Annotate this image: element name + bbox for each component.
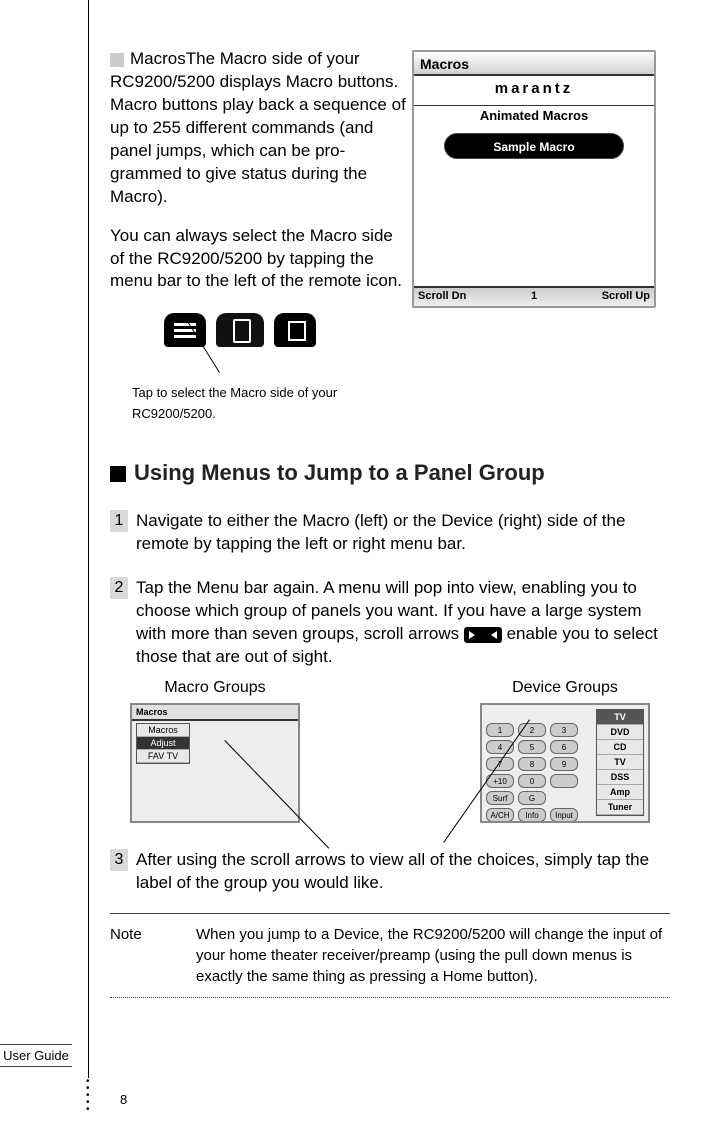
bullet-square-icon bbox=[110, 53, 124, 67]
macros-paragraph-2: You can always select the Macro side of … bbox=[110, 225, 410, 294]
device-brand: marantz bbox=[414, 76, 654, 106]
macros-paragraph-1: The Macro side of your RC9200/5200 displ… bbox=[110, 49, 406, 206]
tap-caption: Tap to select the Macro side of your RC9… bbox=[132, 383, 392, 425]
device-bottom-bar: Scroll Dn 1 Scroll Up bbox=[414, 286, 654, 306]
macro-groups-label: Macro Groups bbox=[130, 679, 300, 697]
device-menu-item: Tuner bbox=[597, 800, 643, 815]
macro-img-top: Macros bbox=[132, 705, 298, 721]
menu-right-icon bbox=[274, 313, 316, 347]
device-menu-item: CD bbox=[597, 740, 643, 755]
note-label: Note bbox=[110, 924, 196, 987]
step-number-2: 2 bbox=[110, 577, 128, 599]
step-number-3: 3 bbox=[110, 849, 128, 871]
step-2: 2 Tap the Menu bar again. A menu will po… bbox=[110, 577, 670, 669]
bullet-square-dark-icon bbox=[110, 466, 126, 482]
user-guide-tag: User Guide bbox=[0, 1044, 72, 1067]
step-1-text: Navigate to either the Macro (left) or t… bbox=[136, 510, 670, 556]
step-number-1: 1 bbox=[110, 510, 128, 532]
step-3-text: After using the scroll arrows to view al… bbox=[136, 849, 670, 895]
device-groups-image: 123 456 789 +100 SurfG A/CHInfoInput TV … bbox=[480, 703, 650, 823]
page-number: 8 bbox=[120, 1092, 127, 1107]
device-screenshot: Macros marantz Animated Macros Sample Ma… bbox=[412, 50, 656, 308]
macro-menu-item: FAV TV bbox=[137, 750, 189, 763]
macro-menu-item: Macros bbox=[137, 724, 189, 737]
note-text: When you jump to a Device, the RC9200/52… bbox=[196, 924, 670, 987]
footer-dots-icon: ••••• bbox=[86, 1078, 90, 1113]
device-groups-label: Device Groups bbox=[480, 679, 650, 697]
macros-intro: MacrosThe Macro side of your RC9200/5200… bbox=[110, 48, 410, 209]
device-subtitle: Animated Macros bbox=[414, 106, 654, 129]
groups-row: Macro Groups Macros Macros Adjust FAV TV… bbox=[110, 679, 670, 823]
device-menu-item: DVD bbox=[597, 725, 643, 740]
device-menu: TV DVD CD TV DSS Amp Tuner bbox=[596, 709, 644, 816]
device-keypad: 123 456 789 +100 SurfG A/CHInfoInput bbox=[486, 723, 580, 823]
step-1: 1 Navigate to either the Macro (left) or… bbox=[110, 510, 670, 556]
sample-macro-button: Sample Macro bbox=[444, 133, 624, 159]
menu-bar-icons bbox=[164, 313, 670, 347]
page: MacrosThe Macro side of your RC9200/5200… bbox=[0, 0, 717, 1123]
macro-groups-image: Macros Macros Adjust FAV TV bbox=[130, 703, 300, 823]
heading-text: Using Menus to Jump to a Panel Group bbox=[134, 460, 545, 485]
heading-using-menus: Using Menus to Jump to a Panel Group bbox=[110, 459, 670, 488]
device-menu-item: TV bbox=[597, 755, 643, 770]
device-menu-header: TV bbox=[597, 710, 643, 725]
macro-groups-col: Macro Groups Macros Macros Adjust FAV TV bbox=[130, 679, 300, 823]
note-block: Note When you jump to a Device, the RC92… bbox=[110, 913, 670, 998]
scroll-arrows-icon bbox=[464, 627, 502, 643]
device-top-bar: Macros bbox=[414, 52, 654, 76]
device-menu-item: DSS bbox=[597, 770, 643, 785]
remote-center-icon bbox=[216, 313, 264, 347]
macro-menu-item: Adjust bbox=[137, 737, 189, 750]
step-3: 3 After using the scroll arrows to view … bbox=[110, 849, 670, 895]
page-indicator: 1 bbox=[414, 290, 654, 302]
step-2-text: Tap the Menu bar again. A menu will pop … bbox=[136, 577, 670, 669]
device-menu-item: Amp bbox=[597, 785, 643, 800]
macros-label: Macros bbox=[130, 49, 186, 68]
left-rule bbox=[88, 0, 89, 1078]
macro-menu: Macros Adjust FAV TV bbox=[136, 723, 190, 764]
